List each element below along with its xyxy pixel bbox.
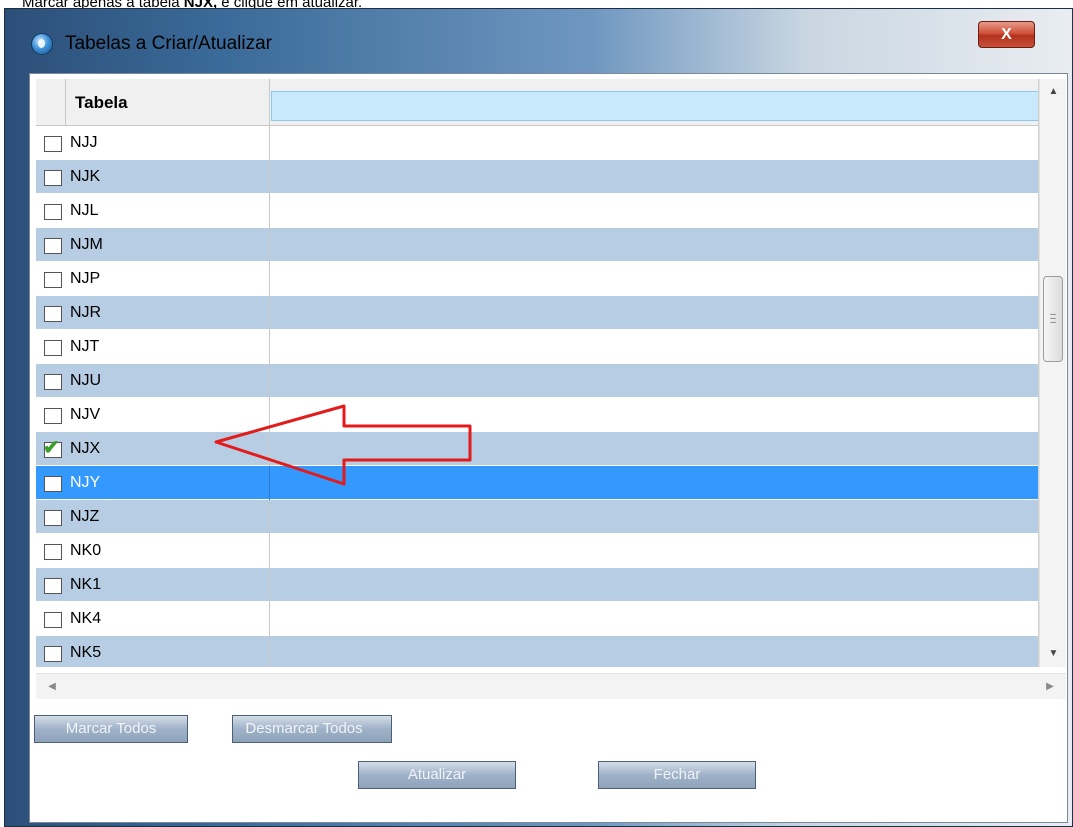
row-table-name: NK1 (70, 576, 102, 593)
row-checkbox[interactable] (44, 238, 62, 254)
column-separator (269, 568, 270, 602)
scroll-thumb[interactable]: – – – (1043, 276, 1063, 362)
table-row[interactable]: ✔ NJX (36, 432, 1038, 466)
table-row[interactable]: NK0 (36, 534, 1038, 568)
column-separator (269, 636, 270, 667)
table-row[interactable]: NJJ (36, 126, 1038, 160)
row-table-name: NK5 (70, 644, 102, 661)
row-table-name: NJT (70, 338, 100, 355)
column-separator (269, 296, 270, 330)
dialog-window: Tabelas a Criar/Atualizar X Tabela NJJ NJ… (4, 8, 1073, 827)
row-checkbox[interactable] (44, 578, 62, 594)
row-table-name: NJZ (70, 508, 100, 525)
close-button[interactable]: X (978, 21, 1035, 48)
table-row[interactable]: NJP (36, 262, 1038, 296)
atualizar-button[interactable]: Atualizar (358, 761, 516, 789)
table-row[interactable]: NK1 (36, 568, 1038, 602)
grid-header: Tabela (36, 79, 1038, 126)
row-checkbox[interactable] (44, 374, 62, 390)
row-checkbox[interactable] (44, 136, 62, 152)
window-title: Tabelas a Criar/Atualizar (65, 33, 272, 54)
scroll-up-arrow-icon[interactable]: ▲ (1040, 79, 1067, 105)
row-checkbox[interactable] (44, 170, 62, 186)
row-table-name: NJM (70, 236, 103, 253)
scroll-down-arrow-icon[interactable]: ▼ (1040, 641, 1067, 667)
table-row[interactable]: NK4 (36, 602, 1038, 636)
row-table-name: NJX (70, 440, 101, 457)
column-separator (269, 364, 270, 398)
dialog-client-area: Tabela NJJ NJK NJL NJM NJP NJR NJT NJU NJV ✔ NJX NJ… (29, 73, 1068, 823)
row-table-name: NJJ (70, 134, 98, 151)
column-separator (269, 602, 270, 636)
row-table-name: NK4 (70, 610, 102, 627)
row-table-name: NJY (70, 474, 101, 491)
row-table-name: NJR (70, 304, 102, 321)
column-separator (269, 228, 270, 262)
row-table-name: NK0 (70, 542, 102, 559)
desmarcar-todos-button[interactable]: Desmarcar Todos (232, 715, 392, 743)
row-checkbox[interactable] (44, 476, 62, 492)
table-row[interactable]: NJU (36, 364, 1038, 398)
row-checkbox[interactable] (44, 612, 62, 628)
screenshot-root: Marcar apenas a tabela NJX, e clique em … (0, 0, 1073, 827)
row-checkbox[interactable] (44, 408, 62, 424)
tables-grid: Tabela NJJ NJK NJL NJM NJP NJR NJT NJU NJV ✔ NJX NJ… (36, 79, 1039, 667)
row-checkbox[interactable] (44, 340, 62, 356)
row-checkbox[interactable]: ✔ (43, 437, 62, 459)
table-row[interactable]: NJZ (36, 500, 1038, 534)
header-check-column (36, 79, 66, 126)
table-row[interactable]: NJK (36, 160, 1038, 194)
column-header-empty (271, 91, 1038, 121)
column-separator (269, 160, 270, 194)
grid-rows: NJJ NJK NJL NJM NJP NJR NJT NJU NJV ✔ NJX NJY NJZ NK0… (36, 126, 1038, 667)
table-row[interactable]: NJV (36, 398, 1038, 432)
table-row[interactable]: NJM (36, 228, 1038, 262)
scroll-left-arrow-icon[interactable]: ◀ (40, 674, 64, 700)
row-table-name: NJK (70, 168, 101, 185)
table-row[interactable]: NJY (36, 466, 1038, 500)
horizontal-scrollbar[interactable]: ◀ ▶ (36, 673, 1066, 699)
row-table-name: NJU (70, 372, 102, 389)
globe-app-icon (31, 33, 53, 55)
checkmark-icon: ✔ (43, 437, 60, 459)
row-checkbox[interactable] (44, 646, 62, 662)
row-checkbox[interactable] (44, 204, 62, 220)
column-separator (269, 534, 270, 568)
marcar-todos-button[interactable]: Marcar Todos (34, 715, 188, 743)
row-checkbox[interactable] (44, 510, 62, 526)
column-separator (269, 330, 270, 364)
scroll-right-arrow-icon[interactable]: ▶ (1038, 674, 1062, 700)
grip-icon: – – – (1050, 309, 1056, 328)
column-separator (269, 262, 270, 296)
table-row[interactable]: NJT (36, 330, 1038, 364)
fechar-button[interactable]: Fechar (598, 761, 756, 789)
column-separator (269, 126, 270, 160)
row-table-name: NJL (70, 202, 99, 219)
column-header-tabela[interactable]: Tabela (66, 79, 270, 126)
vertical-scrollbar[interactable]: ▲ – – – ▼ (1039, 79, 1066, 667)
row-checkbox[interactable] (44, 306, 62, 322)
annotation-arrow-icon (214, 404, 472, 486)
column-separator (269, 194, 270, 228)
row-table-name: NJV (70, 406, 101, 423)
title-bar[interactable]: Tabelas a Criar/Atualizar X (5, 9, 1072, 73)
row-table-name: NJP (70, 270, 101, 287)
table-row[interactable]: NJR (36, 296, 1038, 330)
row-checkbox[interactable] (44, 544, 62, 560)
table-row[interactable]: NK5 (36, 636, 1038, 667)
row-checkbox[interactable] (44, 272, 62, 288)
column-separator (269, 500, 270, 534)
table-row[interactable]: NJL (36, 194, 1038, 228)
